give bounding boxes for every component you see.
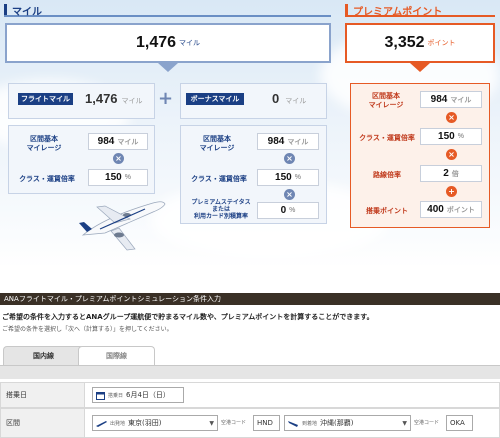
plus-icon: + (446, 186, 457, 197)
multiply-icon: × (446, 112, 457, 123)
premium-header: プレミアムポイント (345, 2, 495, 18)
intro-text: ご希望の条件を入力するとANAグループ運航便で貯まるマイル数や、プレミアムポイン… (2, 313, 374, 321)
airplane-icon (79, 201, 166, 251)
premium-total-box: 3,352 ポイント (345, 23, 495, 63)
premium-row-label: 路線倍率 (373, 171, 401, 179)
arrival-plane-icon (288, 420, 298, 427)
mile-total-unit: マイル (179, 39, 201, 47)
bonus-row-label: 区間基本 マイレージ (199, 135, 235, 152)
bonus-mile-value: 0 マイル (272, 91, 307, 106)
sub-text: ご希望の条件を選択し「次へ（計算する）」を押してください。 (2, 326, 173, 333)
premium-arrow (410, 63, 430, 72)
arrival-code-input[interactable]: OKA (446, 415, 473, 431)
mile-arrow (158, 63, 178, 72)
bonus-mile-label: ボーナスマイル (186, 93, 244, 105)
chevron-down-icon: ▼ (209, 419, 214, 427)
premium-boarding-value: 400 ポイント (420, 201, 482, 218)
premium-total-unit: ポイント (427, 39, 456, 47)
premium-route-value: 2倍 (420, 165, 482, 182)
bonus-row-label: プレミアムステイタス または 利用カード別積算率 (191, 199, 251, 221)
mile-total-value: 1,476 (135, 34, 177, 51)
bonus-status-value: 0% (257, 202, 319, 219)
mile-header: マイル (4, 2, 331, 18)
departure-plane-icon (96, 420, 107, 427)
premium-row-label: 区間基本 マイレージ (368, 92, 404, 109)
multiply-icon: × (446, 149, 457, 160)
flight-row-label: 区間基本 マイレージ (26, 135, 62, 152)
flight-base-value: 984 マイル (88, 133, 148, 150)
plus-icon: + (158, 88, 174, 109)
departure-code-input[interactable]: HND (253, 415, 280, 431)
flight-mile-label: フライトマイル (18, 93, 73, 105)
dep-code-label: 空港コード (221, 420, 247, 426)
date-field[interactable]: 搭乗日 6月4日（日） (92, 387, 184, 403)
calendar-icon (96, 391, 105, 400)
bonus-base-value: 984 マイル (257, 133, 319, 150)
departure-select[interactable]: 出発地 東京(羽田) ▼ (92, 415, 218, 431)
flight-rate-value: 150% (88, 169, 148, 186)
premium-base-value: 984 マイル (420, 91, 482, 108)
multiply-icon: × (284, 153, 295, 164)
premium-row-label: クラス・運賃倍率 (359, 134, 415, 142)
premium-total-value: 3,352 (384, 34, 425, 51)
chevron-down-icon: ▼ (402, 419, 407, 427)
tab-strip (0, 365, 500, 379)
bonus-row-label: クラス・運賃倍率 (191, 175, 247, 183)
mile-total-box: 1,476 マイル (5, 23, 331, 63)
premium-row-label: 搭乗ポイント (366, 207, 408, 215)
arr-code-label: 空港コード (414, 420, 440, 426)
multiply-icon: × (284, 189, 295, 200)
premium-rate-value: 150% (420, 128, 482, 145)
flight-mile-value: 1,476 マイル (85, 91, 143, 106)
bonus-rate-value: 150% (257, 169, 319, 186)
flight-row-label: クラス・運賃倍率 (19, 175, 75, 183)
arrival-select[interactable]: 到着地 沖縄(那覇) ▼ (284, 415, 411, 431)
tab-domestic[interactable]: 国内線 (3, 346, 84, 365)
route-row-label: 区間 (0, 408, 85, 438)
date-row-label: 搭乗日 (0, 382, 85, 408)
section-title: ANAフライトマイル・プレミアムポイントシミュレーション条件入力 (0, 293, 500, 305)
multiply-icon: × (113, 153, 124, 164)
tab-international[interactable]: 国際線 (78, 346, 155, 365)
